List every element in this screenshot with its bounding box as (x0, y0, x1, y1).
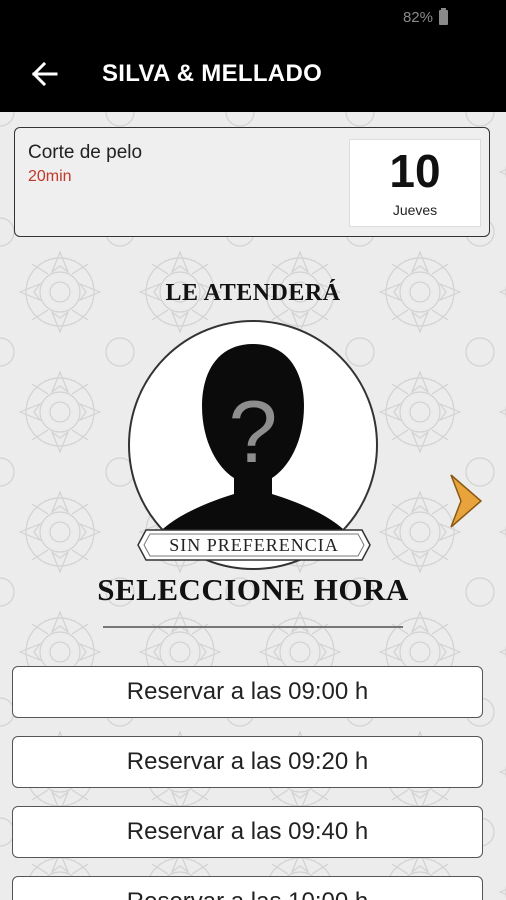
time-slot-button[interactable]: Reservar a las 09:40 h (12, 806, 483, 858)
svg-text:?: ? (229, 382, 278, 481)
chevron-right-icon (450, 474, 483, 528)
staff-heading: LE ATENDERÁ (165, 280, 341, 306)
date-weekday: Jueves (392, 202, 438, 218)
time-heading: SELECCIONE HORA (97, 572, 409, 607)
time-slot-button[interactable]: Reservar a las 10:00 h (12, 876, 483, 900)
arrow-left-icon (31, 61, 58, 87)
battery-level: 82% (402, 9, 433, 26)
time-slot-button[interactable]: Reservar a las 09:20 h (12, 736, 483, 788)
date-box: 10 Jueves (349, 139, 481, 227)
back-button[interactable] (26, 56, 66, 92)
app-title: SILVA & MELLADO (102, 60, 323, 87)
status-bar: 82% (0, 0, 506, 36)
status-indicators: 82% (402, 8, 448, 26)
heading-divider (103, 626, 403, 628)
date-day: 10 (389, 145, 441, 197)
app-bar: SILVA & MELLADO (0, 36, 506, 112)
main-content[interactable]: Corte de pelo 20min 10 Jueves LE ATENDER… (0, 112, 506, 900)
service-name: Corte de pelo (28, 142, 143, 163)
staff-name: SIN PREFERENCIA (169, 535, 339, 555)
staff-name-banner: SIN PREFERENCIA (136, 526, 372, 564)
next-staff-button[interactable] (447, 473, 483, 529)
battery-icon (439, 8, 448, 25)
time-slot-button[interactable]: Reservar a las 09:00 h (12, 666, 483, 718)
service-duration: 20min (28, 168, 72, 185)
service-card: Corte de pelo 20min 10 Jueves (14, 127, 490, 237)
